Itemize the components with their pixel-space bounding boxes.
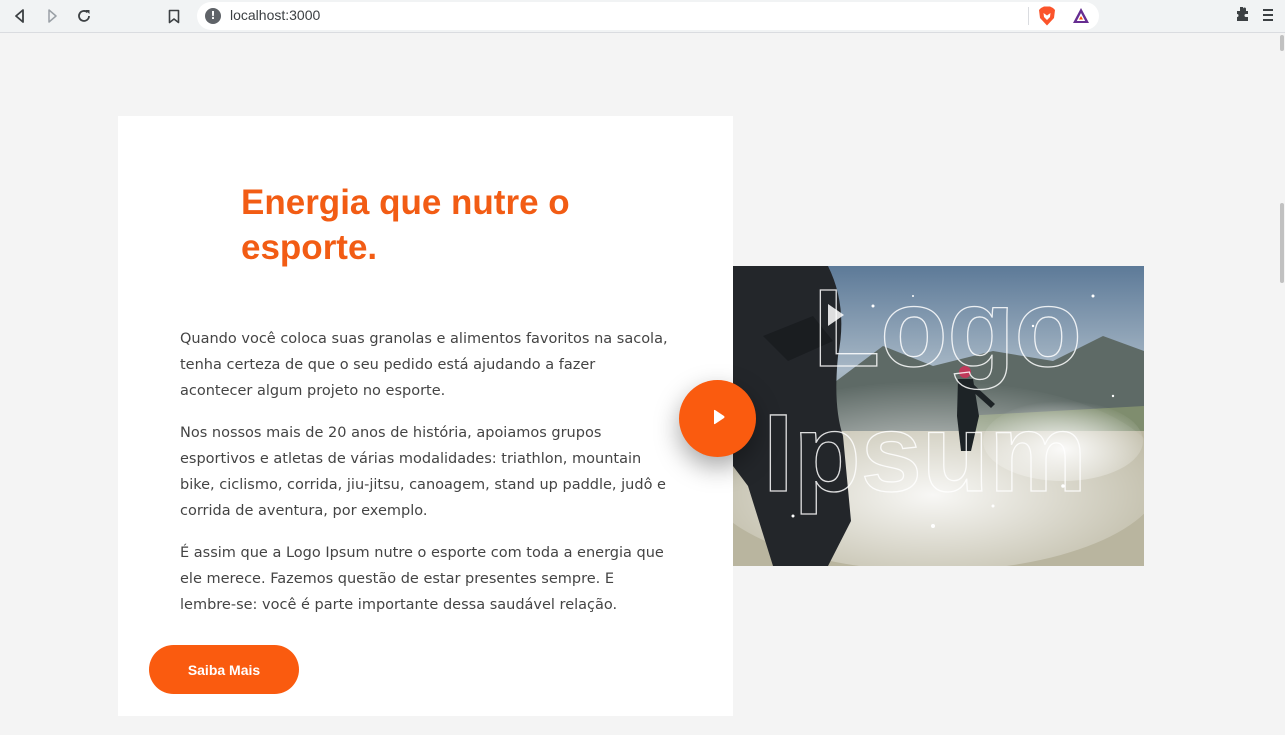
- saiba-mais-button[interactable]: Saiba Mais: [149, 645, 299, 694]
- scrollbar[interactable]: [1279, 33, 1285, 735]
- forward-icon[interactable]: [41, 5, 63, 27]
- paragraph-3: É assim que a Logo Ipsum nutre o esporte…: [180, 545, 664, 613]
- play-icon: [709, 408, 727, 430]
- content-card: Energia que nutre o esporte. Quando você…: [118, 116, 733, 716]
- back-icon[interactable]: [9, 5, 31, 27]
- section-title: Energia que nutre o esporte.: [241, 183, 570, 267]
- scrollbar-top-marker: [1280, 35, 1284, 51]
- bat-rewards-icon[interactable]: [1072, 7, 1090, 25]
- play-button[interactable]: [679, 380, 756, 457]
- paragraph-2: Nos nossos mais de 20 anos de história, …: [180, 425, 666, 519]
- scrollbar-thumb[interactable]: [1280, 203, 1284, 283]
- reload-icon[interactable]: [73, 5, 95, 27]
- url-text: localhost:3000: [230, 7, 321, 23]
- section-body: Quando você coloca suas granolas e alime…: [180, 326, 672, 634]
- image-logo-word-2: Ipsum: [763, 392, 1087, 515]
- address-bar[interactable]: ! localhost:3000: [197, 2, 1099, 30]
- image-logo-word-1: Logo: [813, 267, 1082, 390]
- browser-toolbar: ! localhost:3000: [0, 0, 1285, 33]
- address-divider: [1028, 7, 1029, 25]
- brave-shield-icon[interactable]: [1038, 6, 1056, 26]
- bookmark-icon[interactable]: [163, 5, 185, 27]
- menu-icon[interactable]: [1263, 6, 1277, 24]
- extensions-icon[interactable]: [1234, 6, 1252, 24]
- info-icon[interactable]: !: [205, 8, 221, 24]
- sport-video-image[interactable]: Logo Ipsum: [733, 266, 1144, 566]
- paragraph-1: Quando você coloca suas granolas e alime…: [180, 331, 668, 399]
